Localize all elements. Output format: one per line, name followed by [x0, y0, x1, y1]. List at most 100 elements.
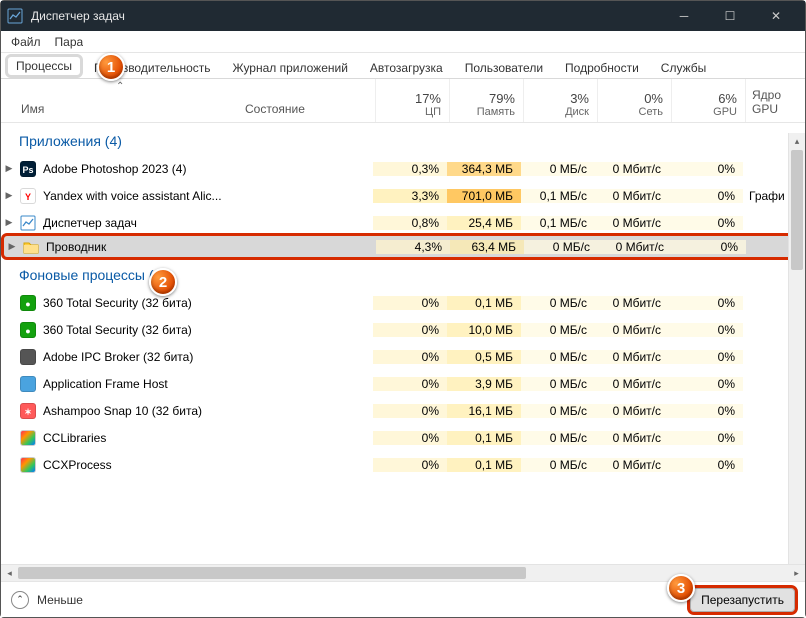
sort-indicator-icon: ⌃ [116, 81, 124, 92]
scroll-left-icon[interactable]: ◂ [1, 568, 18, 579]
process-row[interactable]: ▶Проводник4,3%63,4 МБ0 МБ/с0 Мбит/с0% [1, 233, 805, 260]
app-icon [19, 214, 37, 232]
network-cell: 0 Мбит/с [598, 240, 672, 254]
expand-icon[interactable]: ▶ [1, 190, 17, 201]
process-name: Adobe IPC Broker (32 бита) [43, 350, 243, 364]
disk-cell: 0,1 МБ/с [521, 216, 595, 230]
tab-services[interactable]: Службы [650, 56, 717, 79]
app-icon: Ps [19, 160, 37, 178]
cpu-cell: 4,3% [376, 240, 450, 254]
menu-file[interactable]: Файл [5, 33, 47, 51]
disk-cell: 0 МБ/с [521, 162, 595, 176]
header-gpu[interactable]: 6% GPU [671, 79, 745, 122]
disk-cell: 0 МБ/с [521, 323, 595, 337]
tab-startup[interactable]: Автозагрузка [359, 56, 454, 79]
process-list: Приложения (4) ▶PsAdobe Photoshop 2023 (… [1, 123, 805, 561]
header-network[interactable]: 0% Сеть [597, 79, 671, 122]
network-cell: 0 Мбит/с [595, 296, 669, 310]
gpu-cell: 0% [669, 296, 743, 310]
disk-cell: 0 МБ/с [521, 350, 595, 364]
process-row[interactable]: CCXProcess0%0,1 МБ0 МБ/с0 Мбит/с0% [1, 451, 805, 478]
restart-button[interactable]: Перезапустить [690, 588, 795, 612]
section-background-processes: Фоновые процессы (83) [1, 257, 805, 289]
window-title: Диспетчер задач [31, 9, 661, 23]
task-manager-icon [7, 8, 23, 24]
minimize-button[interactable]: ─ [661, 1, 707, 31]
section-applications: Приложения (4) [1, 123, 805, 155]
network-cell: 0 Мбит/с [595, 350, 669, 364]
cpu-cell: 0% [373, 377, 447, 391]
tab-details[interactable]: Подробности [554, 56, 650, 79]
scroll-right-icon[interactable]: ▸ [788, 568, 805, 579]
vertical-scrollbar-thumb[interactable] [791, 150, 803, 270]
header-name[interactable]: Имя [1, 102, 245, 122]
menu-params[interactable]: Параметры [49, 33, 83, 51]
process-name: CCLibraries [43, 431, 243, 445]
memory-cell: 0,1 МБ [447, 296, 521, 310]
disk-cell: 0 МБ/с [521, 404, 595, 418]
gpu-cell: 0% [669, 458, 743, 472]
process-row[interactable]: ▶Y Yandex with voice assistant Alic... 3,3… [1, 182, 805, 209]
gpu-cell: 0% [669, 404, 743, 418]
process-row[interactable]: ✶Ashampoo Snap 10 (32 бита)0%16,1 МБ0 МБ… [1, 397, 805, 424]
process-row[interactable]: ▶Диспетчер задач0,8%25,4 МБ0,1 МБ/с0 Мби… [1, 209, 805, 236]
header-memory[interactable]: 79% Память [449, 79, 523, 122]
cpu-cell: 0% [373, 296, 447, 310]
network-cell: 0 Мбит/с [595, 323, 669, 337]
cpu-cell: 0% [373, 404, 447, 418]
scroll-up-icon[interactable]: ▴ [789, 133, 805, 150]
network-cell: 0 Мбит/с [595, 377, 669, 391]
memory-cell: 3,9 МБ [447, 377, 521, 391]
cpu-cell: 0% [373, 350, 447, 364]
cpu-cell: 0% [373, 323, 447, 337]
process-row[interactable]: ▶PsAdobe Photoshop 2023 (4)0,3%364,3 МБ0… [1, 155, 805, 182]
app-icon: ● [19, 321, 37, 339]
process-row[interactable]: Application Frame Host0%3,9 МБ0 МБ/с0 Мб… [1, 370, 805, 397]
expand-icon[interactable]: ▶ [4, 241, 20, 252]
expand-icon[interactable]: ▶ [1, 217, 17, 228]
cpu-cell: 0,8% [373, 216, 447, 230]
gpu-cell: 0% [669, 377, 743, 391]
process-row[interactable]: ●360 Total Security (32 бита)0%0,1 МБ0 М… [1, 289, 805, 316]
process-name: CCXProcess [43, 458, 243, 472]
gpu-cell: 0% [669, 350, 743, 364]
network-cell: 0 Мбит/с [595, 216, 669, 230]
app-icon [19, 429, 37, 447]
gpu-cell: 0% [669, 189, 743, 203]
header-gpu-core[interactable]: Ядро GPU [745, 79, 805, 122]
tab-users[interactable]: Пользователи [454, 56, 554, 79]
tab-processes[interactable]: Процессы [5, 54, 83, 78]
column-headers: ⌃ Имя Состояние 17% ЦП 79% Память 3% Дис… [1, 79, 805, 123]
expand-icon[interactable]: ▶ [1, 163, 17, 174]
fewer-details-button[interactable]: ⌃ Меньше [11, 591, 83, 609]
cpu-cell: 3,3% [373, 189, 447, 203]
horizontal-scrollbar-thumb[interactable] [18, 567, 526, 579]
memory-cell: 10,0 МБ [447, 323, 521, 337]
disk-cell: 0 МБ/с [521, 296, 595, 310]
app-icon [22, 238, 40, 256]
memory-cell: 63,4 МБ [450, 240, 524, 254]
vertical-scrollbar[interactable]: ▴ [788, 133, 805, 565]
disk-cell: 0 МБ/с [521, 431, 595, 445]
titlebar: Диспетчер задач ─ ☐ ✕ [1, 1, 805, 31]
network-cell: 0 Мбит/с [595, 404, 669, 418]
gpu-cell: 0% [669, 162, 743, 176]
app-icon [19, 456, 37, 474]
app-icon [19, 375, 37, 393]
maximize-button[interactable]: ☐ [707, 1, 753, 31]
tab-app-history[interactable]: Журнал приложений [222, 56, 359, 79]
process-name: Yandex with voice assistant Alic... [43, 189, 243, 203]
network-cell: 0 Мбит/с [595, 458, 669, 472]
process-row[interactable]: CCLibraries0%0,1 МБ0 МБ/с0 Мбит/с0% [1, 424, 805, 451]
header-disk[interactable]: 3% Диск [523, 79, 597, 122]
header-cpu[interactable]: 17% ЦП [375, 79, 449, 122]
app-icon: Y [19, 187, 37, 205]
process-name: Adobe Photoshop 2023 (4) [43, 162, 243, 176]
process-row[interactable]: Adobe IPC Broker (32 бита)0%0,5 МБ0 МБ/с… [1, 343, 805, 370]
header-state[interactable]: Состояние [245, 102, 375, 122]
app-icon [19, 348, 37, 366]
process-row[interactable]: ●360 Total Security (32 бита)0%10,0 МБ0 … [1, 316, 805, 343]
memory-cell: 0,1 МБ [447, 431, 521, 445]
process-name: Диспетчер задач [43, 216, 243, 230]
close-button[interactable]: ✕ [753, 1, 799, 31]
